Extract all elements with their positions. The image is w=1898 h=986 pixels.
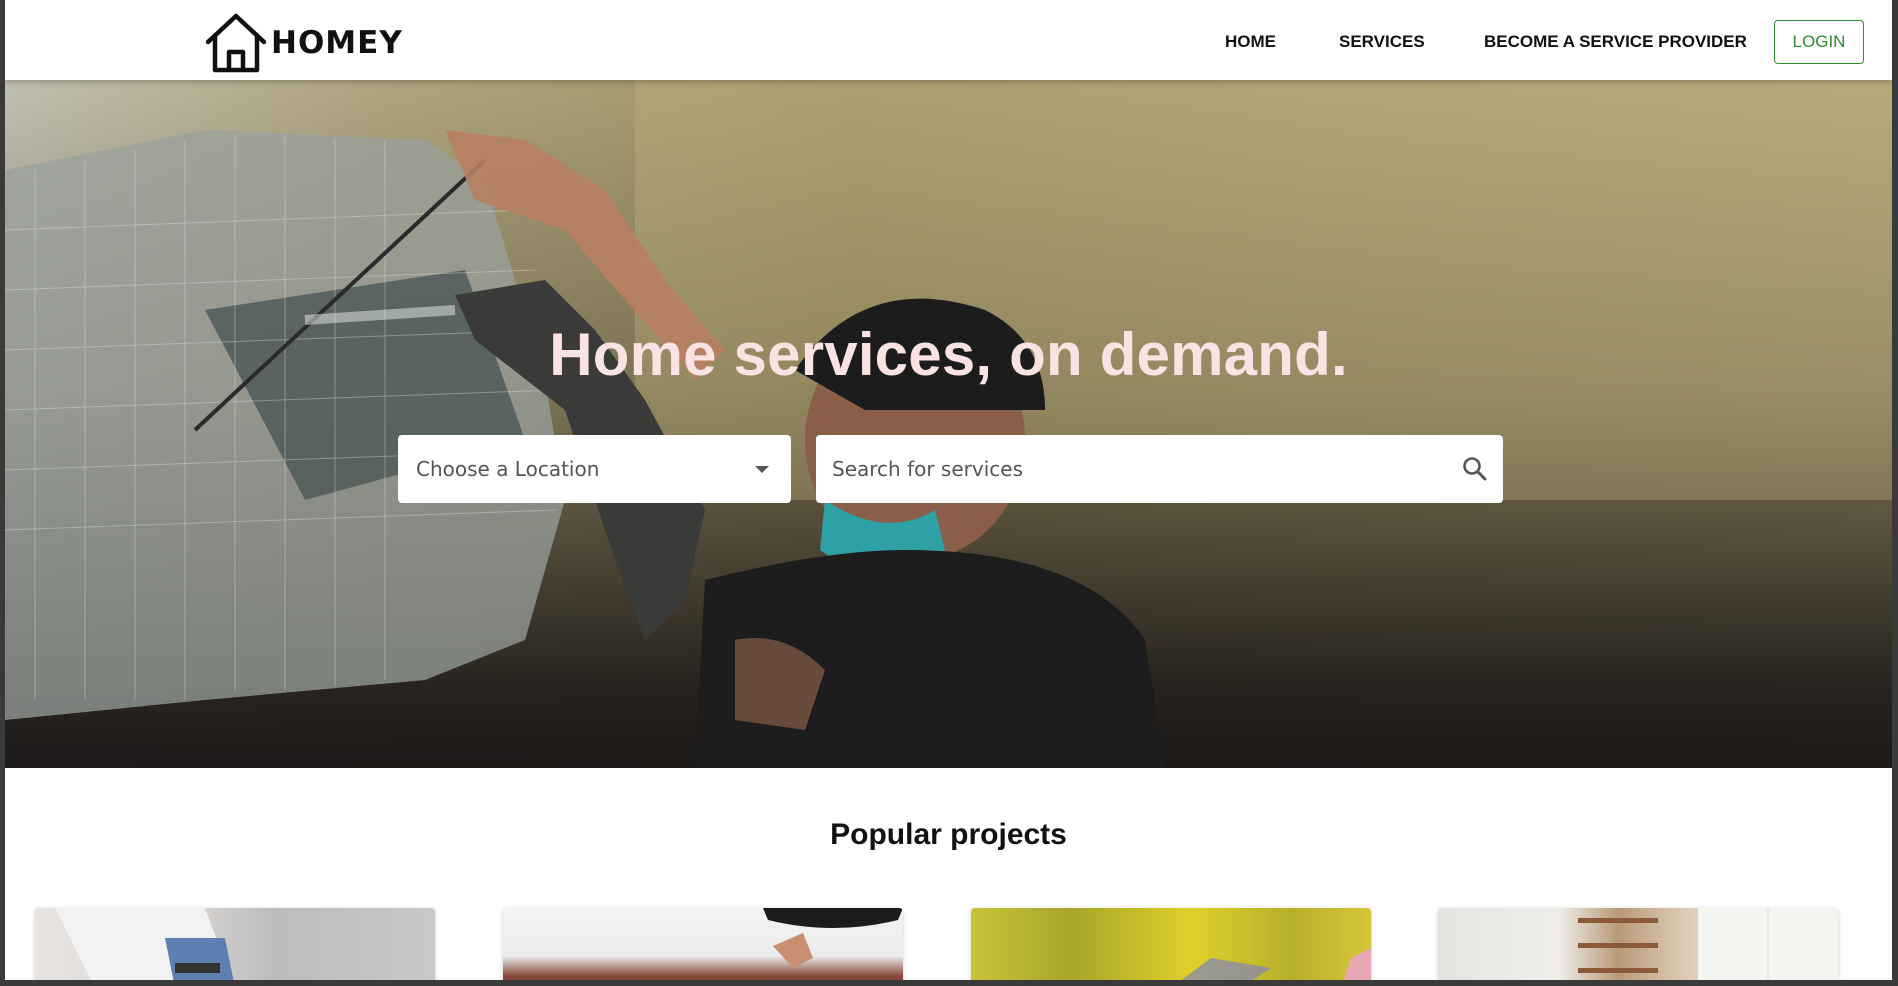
hero-background-photo <box>5 80 1892 768</box>
login-button[interactable]: LOGIN <box>1774 20 1864 64</box>
brand-logo[interactable]: HOMEY <box>203 10 403 76</box>
login-button-label: LOGIN <box>1792 32 1846 51</box>
site-header: HOMEY HOME SERVICES BECOME A SERVICE PRO… <box>5 0 1892 80</box>
project-card[interactable] <box>35 908 435 980</box>
hero-title: Home services, on demand. <box>549 321 1348 388</box>
caret-down-icon <box>755 465 769 473</box>
nav-home[interactable]: HOME <box>1225 0 1276 84</box>
location-select[interactable]: Choose a Location <box>398 435 791 503</box>
project-card-image <box>763 908 903 968</box>
project-card-image <box>1181 948 1371 980</box>
project-card-image <box>55 908 234 980</box>
nav-services-label: SERVICES <box>1339 32 1425 51</box>
hero-banner: Home services, on demand. Choose a Locat… <box>5 80 1892 768</box>
nav-services[interactable]: SERVICES <box>1339 0 1425 84</box>
project-card[interactable] <box>1438 908 1838 980</box>
project-card[interactable] <box>503 908 903 980</box>
nav-become-provider[interactable]: BECOME A SERVICE PROVIDER <box>1484 0 1747 84</box>
brand-name: HOMEY <box>271 24 403 61</box>
browser-viewport: HOMEY HOME SERVICES BECOME A SERVICE PRO… <box>5 0 1892 980</box>
nav-home-label: HOME <box>1225 32 1276 51</box>
project-card[interactable] <box>971 908 1371 980</box>
search-icon[interactable] <box>1461 455 1489 483</box>
nav-become-provider-label: BECOME A SERVICE PROVIDER <box>1484 32 1747 51</box>
popular-projects-heading: Popular projects <box>830 818 1067 851</box>
project-card-image <box>1578 908 1838 980</box>
location-select-value: Choose a Location <box>416 457 600 481</box>
house-icon <box>205 13 267 73</box>
service-search-box <box>816 435 1503 503</box>
search-input[interactable] <box>816 435 1461 503</box>
